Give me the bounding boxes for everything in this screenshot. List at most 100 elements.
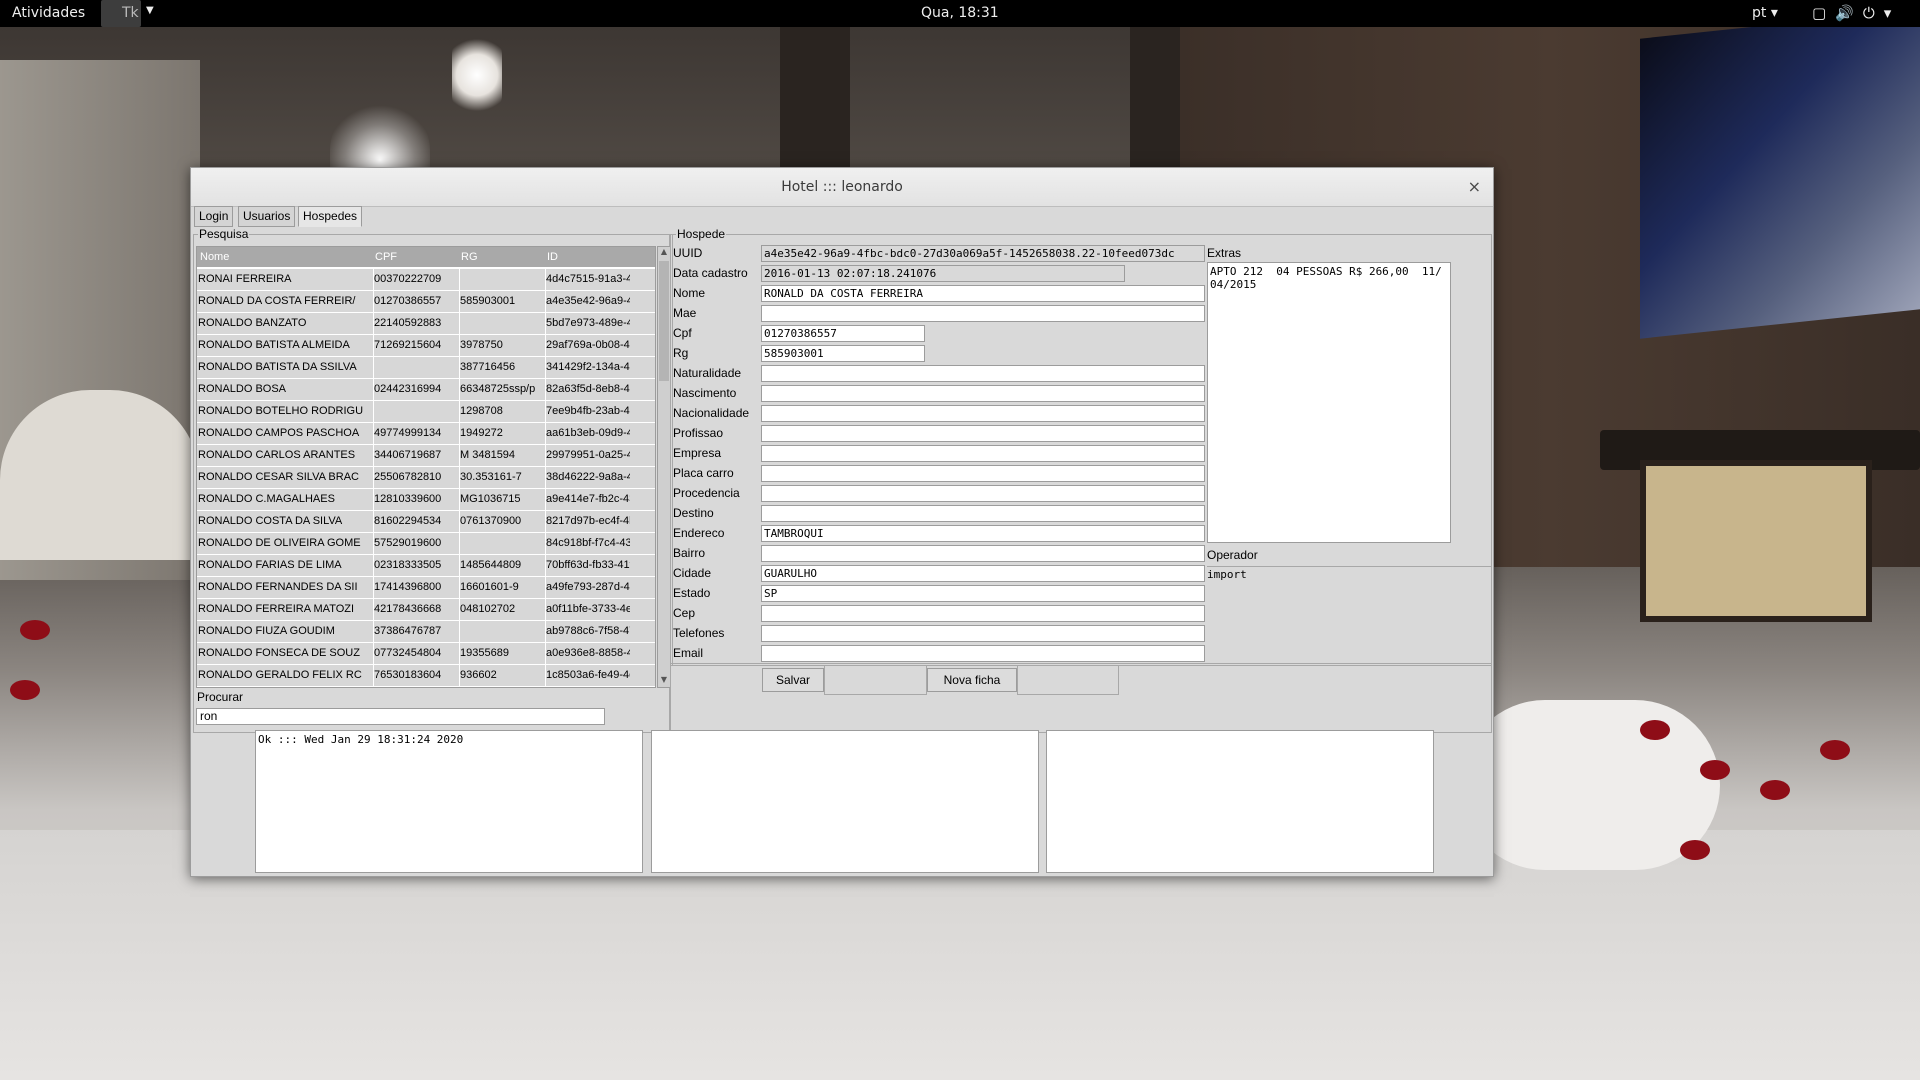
tab-login[interactable]: Login xyxy=(194,206,234,227)
destino-label: Destino xyxy=(673,506,714,520)
column-header-nome[interactable]: Nome xyxy=(200,251,229,263)
table-cell-nome: RONALDO CESAR SILVA BRAC xyxy=(198,471,359,483)
table-row[interactable]: RONALDO BATISTA DA SSILVA 387716456 341429… xyxy=(197,357,655,379)
column-header-cpf[interactable]: CPF xyxy=(375,251,397,263)
table-cell-id: 7ee9b4fb-23ab-485 xyxy=(546,405,630,417)
column-header-id[interactable]: ID xyxy=(547,251,558,263)
salvar-button[interactable]: Salvar xyxy=(762,668,824,692)
procurar-label: Procurar xyxy=(197,690,244,704)
log-panel-status[interactable]: Ok ::: Wed Jan 29 18:31:24 2020 xyxy=(255,730,643,873)
extras-textarea[interactable]: APTO 212 04 PESSOAS R$ 266,00 11/ 04/201… xyxy=(1207,262,1451,543)
table-cell-rg: 3978750 xyxy=(460,339,503,351)
table-row[interactable]: RONALDO BATISTA ALMEIDA 71269215604 397875… xyxy=(197,335,655,357)
table-cell-id: 38d46222-9a8a-40 xyxy=(546,471,630,483)
rg-label: Rg xyxy=(673,346,689,360)
placa-carro-field[interactable] xyxy=(761,465,1205,482)
destino-field[interactable] xyxy=(761,505,1205,522)
table-row[interactable]: RONALDO FIUZA GOUDIM 37386476787 ab9788c6-… xyxy=(197,621,655,643)
language-indicator[interactable]: pt ▾ xyxy=(1752,5,1778,21)
table-cell-id: 1c8503a6-fe49-4ef xyxy=(546,669,630,681)
procurar-input[interactable]: ron xyxy=(196,708,605,725)
email-field[interactable] xyxy=(761,645,1205,662)
table-scrollbar[interactable]: ▲ ▼ xyxy=(657,246,671,688)
table-row[interactable]: RONALDO C.MAGALHAES 12810339600 MG1036715 a… xyxy=(197,489,655,511)
table-row[interactable]: RONALDO CESAR SILVA BRAC 25506782810 30.35… xyxy=(197,467,655,489)
table-cell-rg: 1485644809 xyxy=(460,559,522,571)
tab-hospedes[interactable]: Hospedes xyxy=(298,206,363,227)
table-cell-nome: RONALDO BATISTA DA SSILVA xyxy=(198,361,357,373)
table-row[interactable]: RONALDO CARLOS ARANTES 34406719687 M 34815… xyxy=(197,445,655,467)
table-row[interactable]: RONALDO CAMPOS PASCHOA 49774999134 1949272… xyxy=(197,423,655,445)
endereco-label: Endereco xyxy=(673,526,725,540)
scroll-up-icon[interactable]: ▲ xyxy=(658,247,670,259)
nacionalidade-field[interactable] xyxy=(761,405,1205,422)
table-cell-cpf: 12810339600 xyxy=(374,493,442,505)
table-header: Nome CPF RG ID xyxy=(197,247,655,267)
log-panel-right[interactable] xyxy=(1046,730,1434,873)
profissao-field[interactable] xyxy=(761,425,1205,442)
cidade-field[interactable]: GUARULHO xyxy=(761,565,1205,582)
mae-label: Mae xyxy=(673,306,697,320)
column-header-rg[interactable]: RG xyxy=(461,251,478,263)
log-panel-middle[interactable] xyxy=(651,730,1039,873)
nova-ficha-button[interactable]: Nova ficha xyxy=(927,668,1017,692)
scroll-down-icon[interactable]: ▼ xyxy=(658,675,670,687)
scrollbar-thumb[interactable] xyxy=(659,261,669,381)
table-row[interactable]: RONALDO BOSA 02442316994 66348725ssp/p 82a6… xyxy=(197,379,655,401)
telefones-label: Telefones xyxy=(673,626,725,640)
mae-field[interactable] xyxy=(761,305,1205,322)
extras-label: Extras xyxy=(1207,246,1242,260)
table-row[interactable]: RONALDO FERREIRA MATOZI 42178436668 048102… xyxy=(197,599,655,621)
table-cell-cpf: 02442316994 xyxy=(374,383,442,395)
pesquisa-frame-label: Pesquisa xyxy=(198,227,250,241)
table-cell-nome: RONALDO FONSECA DE SOUZ xyxy=(198,647,360,659)
table-cell-rg xyxy=(460,537,544,551)
table-cell-nome: RONALDO BANZATO xyxy=(198,317,307,329)
bairro-field[interactable] xyxy=(761,545,1205,562)
data-cadastro-label: Data cadastro xyxy=(673,266,748,280)
hospede-frame-label: Hospede xyxy=(676,227,727,241)
bairro-label: Bairro xyxy=(673,546,706,560)
window-titlebar[interactable]: Hotel ::: leonardo × xyxy=(191,168,1493,207)
table-cell-cpf: 49774999134 xyxy=(374,427,442,439)
table-cell-rg: 0761370900 xyxy=(460,515,522,527)
table-cell-cpf: 42178436668 xyxy=(374,603,442,615)
naturalidade-field[interactable] xyxy=(761,365,1205,382)
endereco-field[interactable]: TAMBROQUI xyxy=(761,525,1205,542)
table-row[interactable]: RONALDO DE OLIVEIRA GOME 57529019600 84c91… xyxy=(197,533,655,555)
cpf-field[interactable]: 01270386557 xyxy=(761,325,925,342)
nome-field[interactable]: RONALD DA COSTA FERREIRA xyxy=(761,285,1205,302)
tab-usuarios[interactable]: Usuarios xyxy=(238,206,296,227)
table-cell-nome: RONALDO CAMPOS PASCHOA xyxy=(198,427,360,439)
rg-field[interactable]: 585903001 xyxy=(761,345,925,362)
close-icon[interactable]: × xyxy=(1468,177,1481,196)
table-cell-rg xyxy=(460,317,544,331)
empresa-field[interactable] xyxy=(761,445,1205,462)
table-row[interactable]: RONALDO BANZATO 22140592883 5bd7e973-489e-… xyxy=(197,313,655,335)
table-row[interactable]: RONALDO FARIAS DE LIMA 02318333505 1485644… xyxy=(197,555,655,577)
clock[interactable]: Qua, 18:31 xyxy=(921,5,999,21)
table-row[interactable]: RONALDO FONSECA DE SOUZ 07732454804 193556… xyxy=(197,643,655,665)
table-row[interactable]: RONALDO GERALDO FELIX RC 76530183604 93660… xyxy=(197,665,655,687)
table-cell-id: a0e936e8-8858-46 xyxy=(546,647,630,659)
table-row[interactable]: RONALDO COSTA DA SILVA 81602294534 0761370… xyxy=(197,511,655,533)
procedencia-field[interactable] xyxy=(761,485,1205,502)
window-title: Hotel ::: leonardo xyxy=(781,179,903,195)
data-cadastro-field[interactable]: 2016-01-13 02:07:18.241076 xyxy=(761,265,1125,282)
cidade-label: Cidade xyxy=(673,566,712,580)
nascimento-field[interactable] xyxy=(761,385,1205,402)
table-row[interactable]: RONALDO BOTELHO RODRIGU 1298708 7ee9b4fb-2… xyxy=(197,401,655,423)
table-row[interactable]: RONAI FERREIRA 00370222709 4d4c7515-91a3-4… xyxy=(197,269,655,291)
results-table: Nome CPF RG ID RONAI FERREIRA 00370222709… xyxy=(196,246,656,688)
activities-button[interactable]: Atividades xyxy=(12,5,85,21)
system-tray[interactable]: ▢🔊⏻▾ xyxy=(1812,4,1900,22)
table-cell-cpf: 02318333505 xyxy=(374,559,442,571)
telefones-field[interactable] xyxy=(761,625,1205,642)
table-row[interactable]: RONALDO FERNANDES DA SII 17414396800 16601… xyxy=(197,577,655,599)
uuid-field[interactable]: a4e35e42-96a9-4fbc-bdc0-27d30a069a5f-145… xyxy=(761,245,1205,262)
table-cell-id: a49fe793-287d-47t xyxy=(546,581,630,593)
table-row[interactable]: RONALD DA COSTA FERREIR/01270386557 58590… xyxy=(197,291,655,313)
hotel-window: Hotel ::: leonardo × Login Usuarios Hosp… xyxy=(190,167,1494,877)
estado-field[interactable]: SP xyxy=(761,585,1205,602)
cep-field[interactable] xyxy=(761,605,1205,622)
